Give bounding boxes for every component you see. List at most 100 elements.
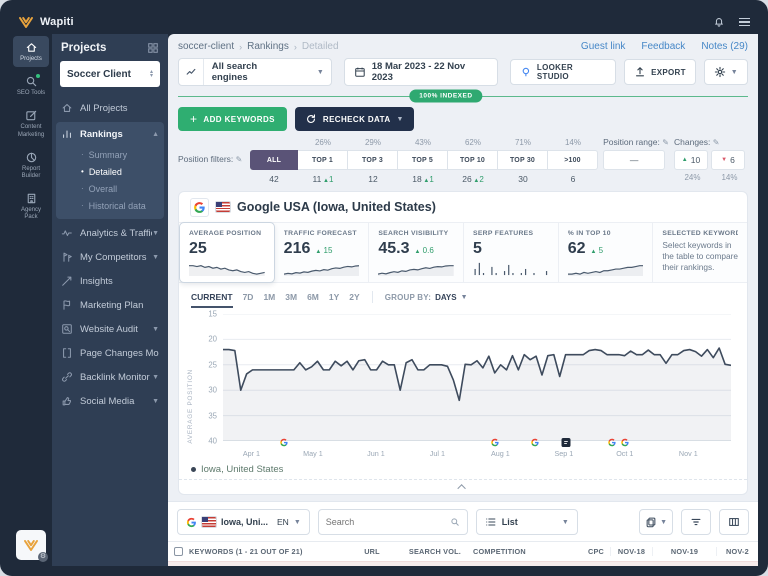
sidebar-item-marketing-plan[interactable]: Marketing Plan	[52, 293, 168, 317]
column-header-nov-18[interactable]: NOV-18	[610, 547, 652, 556]
date-range-picker[interactable]: 18 Mar 2023 - 22 Nov 2023	[343, 58, 499, 86]
chevron-down-icon: ▼	[460, 293, 468, 301]
collapse-chart-button[interactable]	[179, 479, 747, 494]
column-header-label: KEYWORDS (1 - 21 OUT OF 21)	[189, 547, 303, 556]
metric-card-traffic-forecast[interactable]: TRAFFIC FORECAST 216 ▲ 15	[274, 223, 370, 282]
agency-icon	[25, 192, 38, 205]
column-header-nov-2[interactable]: NOV-2	[716, 547, 758, 556]
metric-card-in-top-10[interactable]: % IN TOP 10 62 ▲ 5	[558, 223, 654, 282]
segment-button-top-1[interactable]: TOP 1	[298, 150, 348, 170]
tab-7d[interactable]: 7D	[243, 292, 254, 308]
segment-button-top-30[interactable]: TOP 30	[498, 150, 548, 170]
column-header-keywords-1-21-out-of-21[interactable]: KEYWORDS (1 - 21 OUT OF 21)	[168, 547, 347, 556]
breadcrumb-item[interactable]: soccer-client	[178, 41, 234, 52]
rail-item-seo-tools[interactable]: SEO Tools	[13, 70, 49, 101]
column-header-label: NOV-2	[726, 547, 749, 556]
changes-up-filter[interactable]: ▲ 10	[674, 150, 708, 170]
sidebar-item-backlink-monitor[interactable]: Backlink Monitor ▼	[52, 365, 168, 389]
settings-button[interactable]: ▼	[703, 59, 748, 85]
rail-item-content-marketing[interactable]: Content Marketing	[13, 104, 49, 142]
position-filter-segments: ALL 42 26% TOP 1 11 ▲1 29% TOP 3 12 43% TOP 5 18 ▲…	[250, 137, 598, 185]
edit-pencil-icon[interactable]: ✎	[713, 138, 720, 147]
column-header-url[interactable]: URL	[347, 547, 397, 556]
tab-2y[interactable]: 2Y	[349, 292, 359, 308]
rail-item-report-builder[interactable]: Report Builder	[13, 146, 49, 184]
project-selector[interactable]: Soccer Client ▴ ▾	[60, 61, 160, 87]
wapiti-app-logo[interactable]: ⚙	[16, 530, 48, 562]
sidebar-subitem-detailed[interactable]: • Detailed	[56, 163, 164, 180]
edit-pencil-icon[interactable]: ✎	[662, 138, 669, 147]
sidebar-subitem-historical-data[interactable]: · Historical data	[56, 197, 164, 214]
notifications-bell-icon[interactable]	[713, 16, 725, 28]
tab-3m[interactable]: 3M	[285, 292, 297, 308]
recheck-data-button[interactable]: RECHECK DATA ▼	[294, 107, 414, 131]
rail-item-projects[interactable]: Projects	[13, 36, 49, 68]
column-header-search-vol[interactable]: SEARCH VOL.	[397, 547, 467, 556]
add-keywords-button[interactable]: + ADD KEYWORDS	[178, 107, 287, 131]
segment-button-top-10[interactable]: TOP 10	[448, 150, 498, 170]
sidebar-subitem-summary[interactable]: · Summary	[56, 146, 164, 163]
view-mode-select[interactable]: List ▼	[475, 509, 578, 535]
tab-1m[interactable]: 1M	[263, 292, 275, 308]
column-header-competition[interactable]: COMPETITION	[467, 547, 562, 556]
export-button[interactable]: EXPORT	[624, 59, 696, 85]
sidebar-item-website-audit[interactable]: Website Audit ▼	[52, 317, 168, 341]
tab-6m[interactable]: 6M	[307, 292, 319, 308]
segment-delta: 1	[328, 175, 334, 184]
projects-grid-icon[interactable]	[147, 42, 159, 54]
breadcrumb-item[interactable]: Detailed	[302, 41, 339, 52]
copy-button[interactable]: ▼	[639, 509, 673, 535]
menu-hamburger-icon[interactable]	[739, 16, 750, 29]
group-by-select[interactable]: GROUP BY: DAYS ▼	[385, 293, 468, 307]
sidebar-item-all-projects[interactable]: All Projects	[52, 96, 168, 120]
keyword-search-input[interactable]	[325, 517, 450, 527]
brand[interactable]: Wapiti	[18, 16, 74, 29]
chevron-down-icon: ▼	[660, 518, 667, 526]
breadcrumb-item[interactable]: Rankings	[247, 41, 289, 52]
metric-card-search-visibility[interactable]: SEARCH VISIBILITY 45.3 ▲ 0.6	[369, 223, 465, 282]
y-axis-tick: 30	[208, 385, 217, 395]
looker-studio-button[interactable]: LOOKER STUDIO	[510, 59, 617, 85]
metric-card-selected-keywords[interactable]: SELECTED KEYWORDS Select keywords in the …	[653, 223, 747, 282]
x-axis-tick: Nov 1	[678, 449, 698, 458]
chart-plot-area[interactable]	[223, 314, 731, 441]
segment-count: 12	[368, 174, 378, 184]
position-range-label: Position range: ✎	[603, 137, 669, 147]
tab-1y[interactable]: 1Y	[329, 292, 339, 308]
changes-down-filter[interactable]: ▼ 6	[711, 150, 745, 170]
header-link-notes-29[interactable]: Notes (29)	[701, 41, 748, 52]
tab-current[interactable]: CURRENT	[191, 292, 233, 308]
segment-button-top-5[interactable]: TOP 5	[398, 150, 448, 170]
select-all-checkbox[interactable]	[174, 547, 183, 556]
bullet-icon: ·	[81, 201, 84, 210]
sidebar-item-analytics-traffic[interactable]: Analytics & Traffic ▼	[52, 221, 168, 245]
sidebar-item-social-media[interactable]: Social Media ▼	[52, 389, 168, 413]
sidebar-item-my-competitors[interactable]: My Competitors ▼	[52, 245, 168, 269]
home-icon	[61, 102, 73, 114]
rail-item-agency-pack[interactable]: Agency Pack	[13, 187, 49, 225]
sidebar-subitem-overall[interactable]: · Overall	[56, 180, 164, 197]
column-header-cpc[interactable]: CPC	[562, 547, 610, 556]
sidebar-item-page-changes-monitor[interactable]: Page Changes Monitor	[52, 341, 168, 365]
metric-card-serp-features[interactable]: SERP FEATURES 5	[464, 223, 559, 282]
header-link-guest-link[interactable]: Guest link	[581, 41, 625, 52]
arrow-up-icon: ▲	[414, 249, 421, 255]
location-select[interactable]: Iowa, Uni... EN ▼	[177, 509, 310, 535]
edit-pencil-icon[interactable]: ✎	[236, 155, 243, 164]
filter-button[interactable]	[681, 509, 711, 535]
segment-button-100[interactable]: >100	[548, 150, 598, 170]
segment-button-all[interactable]: ALL	[250, 150, 298, 170]
position-range-input[interactable]: —	[603, 150, 666, 170]
search-engine-select[interactable]: All search engines ▼	[178, 58, 332, 86]
metric-card-average-position[interactable]: AVERAGE POSITION 25	[179, 222, 275, 283]
column-header-nov-19[interactable]: NOV-19	[652, 547, 716, 556]
sidebar-item-rankings[interactable]: Rankings ▲	[56, 122, 164, 146]
marketing-icon	[61, 299, 73, 311]
columns-button[interactable]	[719, 509, 749, 535]
header-link-feedback[interactable]: Feedback	[641, 41, 685, 52]
segment-top-30: 71% TOP 30 30	[498, 137, 548, 185]
sidebar-item-insights[interactable]: Insights	[52, 269, 168, 293]
average-position-chart: AVERAGE POSITION 15 20 25 30 35 40 Apr 1 May 1…	[187, 310, 733, 461]
columns-icon	[729, 518, 739, 526]
segment-button-top-3[interactable]: TOP 3	[348, 150, 398, 170]
